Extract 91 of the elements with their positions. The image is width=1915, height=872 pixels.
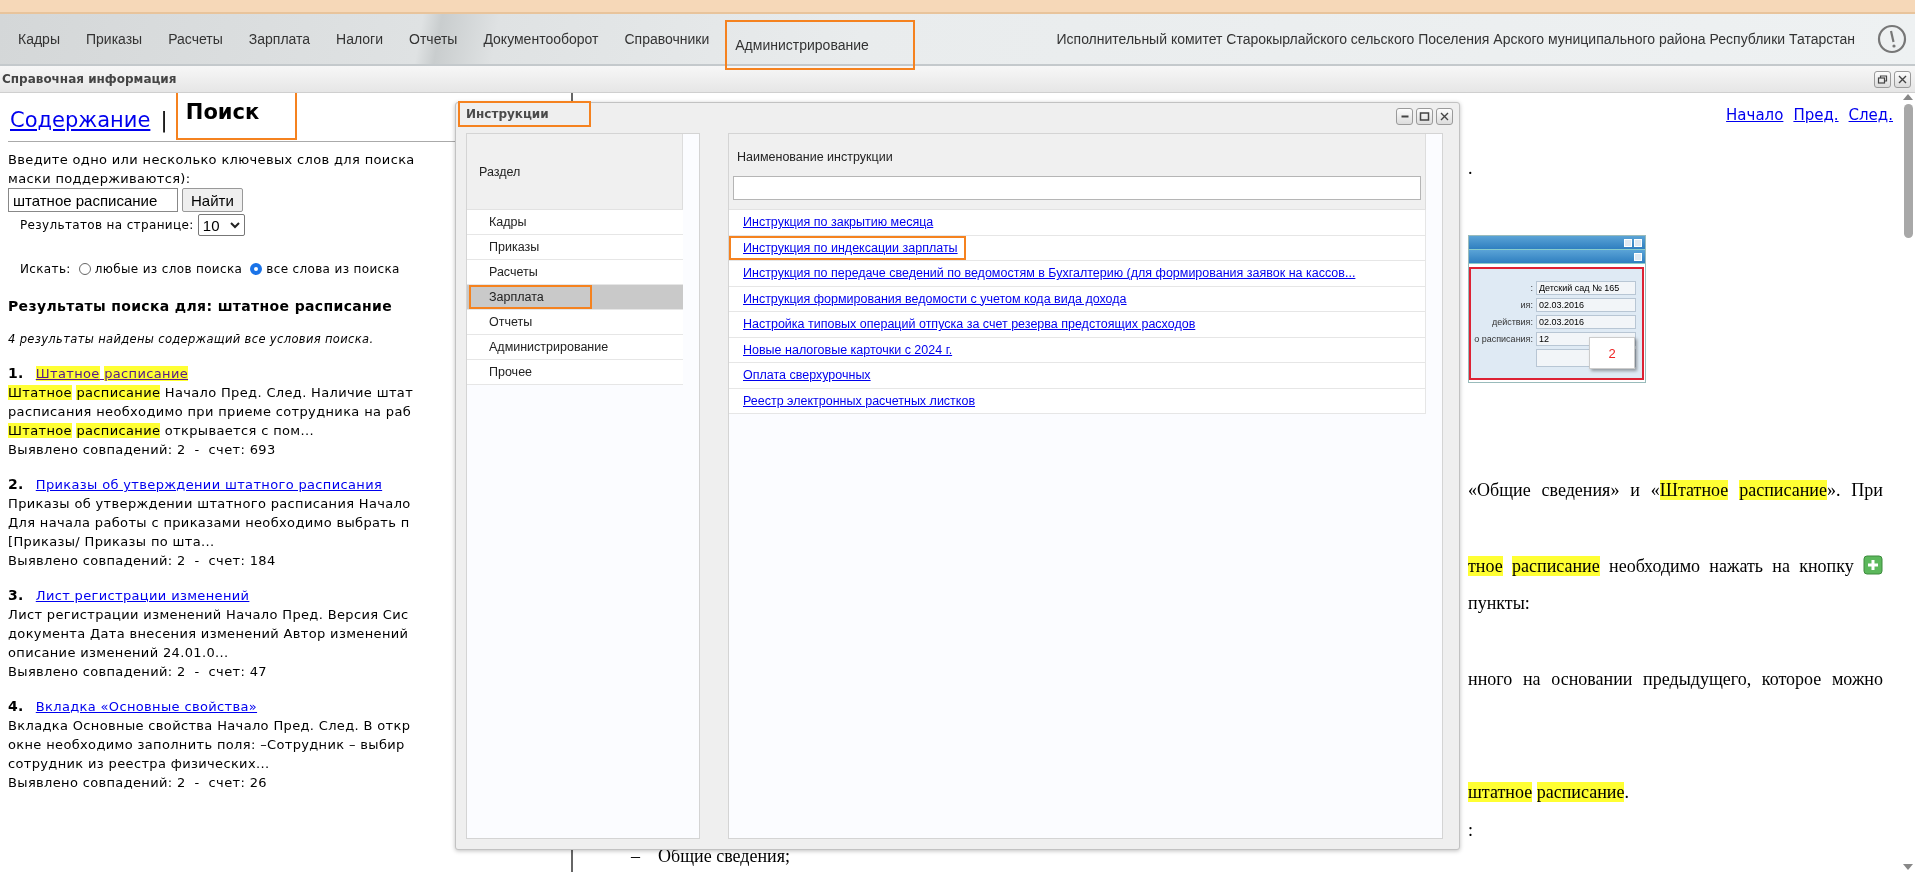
result-link[interactable]: Лист регистрации изменений [35, 588, 250, 603]
filter-field[interactable] [733, 176, 1421, 200]
document-text: : [1468, 820, 1473, 840]
page-link[interactable]: След. [1848, 106, 1893, 124]
maximize-icon [1419, 110, 1430, 122]
menu-item[interactable]: Приказы [75, 23, 153, 55]
result-number: 4. [8, 698, 24, 714]
result-link[interactable]: Вкладка «Основные свойства» [35, 699, 258, 714]
tab[interactable]: Содержание [8, 106, 153, 134]
menu-item[interactable]: Документооборот [473, 23, 609, 55]
result-snippet: Лист регистрации изменений Начало Пред. Версия Сис [8, 606, 409, 624]
document-text: штатное расписание. [1468, 782, 1629, 802]
document-text: . [1468, 158, 1473, 178]
menu-item[interactable]: Администрирование [725, 20, 915, 70]
page-size-label: Результатов на странице: [20, 218, 194, 232]
menu-item[interactable]: Зарплата [238, 23, 321, 55]
menu-item[interactable]: Расчеты [158, 23, 233, 55]
bullet-marker: – [631, 846, 640, 866]
result-snippet: Штатное расписание Начало Пред. След. Наличие штат [8, 384, 414, 402]
form-field: 02.03.2016 [1536, 297, 1636, 312]
form-label: о расписания: [1473, 333, 1533, 344]
scroll-down-icon [1903, 864, 1913, 871]
form-label: действия: [1490, 316, 1533, 327]
menu-item[interactable]: Отчеты [399, 23, 468, 55]
instruction-text: Введите одно или несколько ключевых слов для поиска [8, 151, 415, 169]
section-item[interactable]: Прочее [467, 360, 683, 385]
results-summary: 4 результаты найдены содержащий все условия поиска. [8, 332, 375, 346]
alert-icon[interactable] [1877, 24, 1907, 54]
result-snippet: расписания необходимо при приеме сотрудника на раб [8, 403, 412, 421]
result-stats: Выявлено совпадений: 2 - счет: 47 [8, 663, 267, 681]
form-label: ия: [1519, 299, 1533, 310]
add-icon [1863, 555, 1883, 575]
result-number: 3. [8, 587, 24, 603]
section-item[interactable]: Кадры [467, 210, 683, 235]
chevron-down-icon [230, 221, 240, 229]
result-snippet: документа Дата внесения изменений Автор изменений [8, 625, 409, 643]
document-text: нного на основании предыдущего, которое можно [1468, 669, 1883, 689]
page-size-select[interactable]: 10 [197, 214, 245, 236]
maximize-button[interactable] [1416, 107, 1433, 125]
menu-item[interactable]: Кадры [8, 23, 70, 55]
section-item[interactable]: Расчеты [467, 260, 683, 285]
restore-button[interactable] [1874, 70, 1891, 88]
result-snippet: Приказы об утверждении штатного расписания Начало [8, 495, 411, 513]
column-header: Раздел [479, 164, 522, 179]
organization-name: Исполнительный комитет Старокырлайского сельского Поселения Арского муниципального района Республики Татарстан [1056, 31, 1855, 47]
result-snippet: описание изменений 24.01.0... [8, 644, 229, 662]
page-link[interactable]: Начало [1726, 106, 1784, 124]
result-stats: Выявлено совпадений: 2 - счет: 26 [8, 774, 267, 792]
result-snippet: Для начала работы с приказами необходимо выбрать п [8, 514, 410, 532]
result-snippet: Вкладка Основные свойства Начало Пред. След. В откр [8, 717, 411, 735]
section-item[interactable]: Администрирование [467, 335, 683, 360]
result-link[interactable]: Приказы об утверждении штатного расписания [35, 477, 383, 492]
section-item[interactable]: Отчеты [467, 310, 683, 335]
callout-tooltip: 2 [1589, 337, 1635, 369]
dialog-title: Инструкции [458, 101, 591, 127]
radio-label: все слова из поиска [266, 262, 400, 276]
instruction-text: маски поддерживаются): [8, 170, 191, 188]
result-stats: Выявлено совпадений: 2 - счет: 184 [8, 552, 276, 570]
result-stats: Выявлено совпадений: 2 - счет: 693 [8, 441, 276, 459]
result-snippet: окне необходимо заполнить поля: –Сотрудник – выбир [8, 736, 405, 754]
close-button[interactable] [1894, 70, 1911, 88]
form-field: 02.03.2016 [1536, 314, 1636, 329]
radio-label: любые из слов поиска [94, 262, 243, 276]
form-label: : [1529, 282, 1533, 293]
menu-item[interactable]: Справочники [614, 23, 720, 55]
column-header: Наименование инструкции [737, 150, 894, 164]
section-item[interactable]: Зарплата [467, 285, 683, 310]
radio-button[interactable] [250, 263, 263, 275]
instruction-link[interactable]: Инструкция по индексации зарплаты [729, 235, 966, 260]
find-button[interactable]: Найти [182, 188, 243, 212]
search-mode-label: Искать: [20, 262, 71, 276]
document-text: пункты: [1468, 593, 1530, 613]
tab[interactable]: Поиск [175, 93, 298, 140]
result-number: 2. [8, 476, 24, 492]
result-snippet: [Приказы/ Приказы по шта... [8, 533, 215, 551]
scroll-thumb[interactable] [1903, 104, 1913, 238]
section-item[interactable]: Приказы [467, 235, 683, 260]
document-text: тное расписание необходимо нажать на кнопку [1468, 556, 1854, 576]
form-field: Детский сад № 165 [1536, 280, 1636, 295]
close-button[interactable] [1436, 107, 1453, 125]
menu-item[interactable]: Налоги [326, 23, 394, 55]
scrollbar[interactable] [1901, 93, 1915, 872]
result-snippet: сотрудник из реестра физических... [8, 755, 270, 773]
restore-icon [1877, 73, 1888, 85]
radio-button[interactable] [78, 263, 91, 275]
tab-separator: | [160, 108, 168, 132]
panel-title: Справочная информация [2, 72, 177, 86]
result-number: 1. [8, 365, 24, 381]
search-field[interactable]: штатное расписание [8, 188, 178, 212]
result-snippet: Штатное расписание открывается с пом... [8, 422, 314, 440]
page-link[interactable]: Пред. [1793, 106, 1839, 124]
